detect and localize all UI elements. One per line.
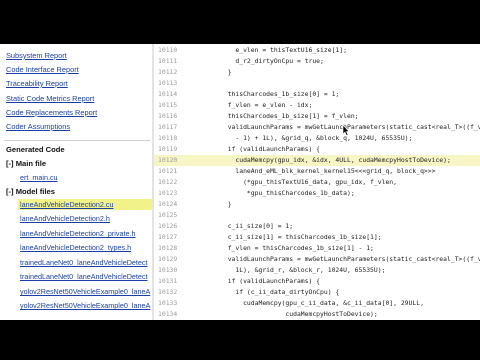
code-text: cudaMemcpy(gpu_c_ii_data, &c_ii_data[0],… [220,299,424,307]
line-number: 10115 [158,101,178,109]
code-line: 10131 if (validLaunchParams) { [154,276,480,287]
line-number: 10122 [158,178,178,186]
letterbox-bottom [0,320,480,360]
report-sidebar: Subsystem Report Code Interface Report T… [0,44,152,320]
code-line: 10134 cudaMemcpyHostToDevice); [154,309,480,320]
code-line: 10130 1L), &grid_r, &block_r, 1024U, 655… [154,265,480,276]
file-link[interactable]: trainedLaneNet0_laneAndVehicleDetect [20,258,147,267]
code-text: validLaunchParams = mwGetLaunchParameter… [220,255,480,263]
code-line: 10114 thisCharcodes_1b_size[0] = 1; [154,89,480,100]
link-coder-assumptions[interactable]: Coder Assumptions [6,122,70,131]
file-link-ert-main[interactable]: ert_main.cu [20,173,58,182]
line-number: 10119 [158,145,178,153]
line-number: 10128 [158,244,178,252]
code-line: 10115 f_vlen = e_vlen - idx; [154,100,480,111]
code-line: 10119 if (validLaunchParams) { [154,144,480,155]
code-line: 10120 cudaMemcpy(gpu_idx, &idx, 4ULL, cu… [154,155,480,166]
line-number: 10118 [158,134,178,142]
code-text: *gpu_thisCharcodes_1b_data); [220,189,355,197]
line-number: 10131 [158,277,178,285]
code-text: c_ii_size[0] = 1; [220,222,294,230]
code-line: 10128 f_vlen = thisCharcodes_1b_size[1] … [154,243,480,254]
file-link[interactable]: yolov2ResNet50VehicleExample0_laneA [20,301,150,310]
code-line: 10123 *gpu_thisCharcodes_1b_data); [154,188,480,199]
code-line: 10116 thisCharcodes_1b_size[1] = f_vlen; [154,111,480,122]
sidebar-divider [4,140,150,141]
code-text: (*gpu_thisTextU16_data, gpu_idx, f_vlen, [220,178,397,186]
link-traceability-report[interactable]: Traceability Report [6,79,68,88]
line-number: 10110 [158,46,178,54]
generated-code-heading: Generated Code [6,145,65,154]
code-text: - 1) + 1L), &grid_q, &block_q, 1024U, 65… [220,134,413,142]
code-text: laneAnd_eML_blk_kernel_kernel15<<<grid_q… [220,167,436,175]
code-text: thisCharcodes_1b_size[0] = 1; [220,90,340,98]
line-number: 10130 [158,266,178,274]
code-line: 10124 } [154,199,480,210]
code-text: f_vlen = e_vlen - idx; [220,101,313,109]
code-line: 10113 [154,78,480,89]
code-view[interactable]: 10110 e_vlen = thisTextU16_size[1]; 10111… [154,44,480,320]
line-number: 10125 [158,211,178,219]
code-text: cudaMemcpyHostToDevice); [220,310,378,318]
code-line: 10112 } [154,67,480,78]
line-number: 10116 [158,112,178,120]
line-number: 10124 [158,200,178,208]
code-text: } [220,68,232,76]
link-subsystem-report[interactable]: Subsystem Report [6,51,67,60]
file-link-selected[interactable]: laneAndVehicleDetection2.cu [18,199,152,210]
code-text: cudaMemcpy(gpu_idx, &idx, 4ULL, cudaMemc… [220,156,451,164]
line-number: 10134 [158,310,178,318]
main-file-group-toggle[interactable]: [-] Main file [6,159,46,168]
link-code-replacements-report[interactable]: Code Replacements Report [6,108,97,117]
code-text: if (validLaunchParams) { [220,277,321,285]
line-number: 10133 [158,299,178,307]
code-text: d_r2_dirtyOnCpu = true; [220,57,324,65]
line-number: 10113 [158,79,178,87]
code-text: } [220,200,232,208]
code-text: if (validLaunchParams) { [220,145,321,153]
line-number: 10120 [158,156,178,164]
model-files-group-toggle[interactable]: [-] Model files [6,187,55,196]
code-text: c_ii_size[1] = thisCharcodes_1b_size[1]; [220,233,382,241]
line-number: 10132 [158,288,178,296]
code-text: e_vlen = thisTextU16_size[1]; [220,46,347,54]
letterbox-top [0,0,480,44]
line-number: 10127 [158,233,178,241]
line-number: 10117 [158,123,178,131]
code-line: 10118 - 1) + 1L), &grid_q, &block_q, 102… [154,133,480,144]
file-link[interactable]: laneAndVehicleDetection2_private.h [20,229,135,238]
code-line: 10111 d_r2_dirtyOnCpu = true; [154,56,480,67]
line-number: 10112 [158,68,178,76]
code-text: thisCharcodes_1b_size[1] = f_vlen; [220,112,359,120]
line-number: 10114 [158,90,178,98]
line-number: 10123 [158,189,178,197]
code-line: 10126 c_ii_size[0] = 1; [154,221,480,232]
video-frame: Subsystem Report Code Interface Report T… [0,0,480,360]
code-text: 1L), &grid_r, &block_r, 1024U, 65535U); [220,266,386,274]
code-text: validLaunchParams = mwGetLaunchParameter… [220,123,480,131]
file-link[interactable]: laneAndVehicleDetection2.h [20,214,110,223]
code-text: f_vlen = thisCharcodes_1b_size[1] - 1; [220,244,374,252]
line-number: 10129 [158,255,178,263]
code-line: 10133 cudaMemcpy(gpu_c_ii_data, &c_ii_da… [154,298,480,309]
link-code-interface-report[interactable]: Code Interface Report [6,65,79,74]
file-link[interactable]: yolov2ResNet50VehicleExample0_laneA [20,287,150,296]
line-number: 10111 [158,57,178,65]
code-line: 10129 validLaunchParams = mwGetLaunchPar… [154,254,480,265]
code-line: 10132 if (c_ii_data_dirtyOnCpu) { [154,287,480,298]
code-line: 10122 (*gpu_thisTextU16_data, gpu_idx, f… [154,177,480,188]
code-line: 10125 [154,210,480,221]
mouse-cursor-icon [343,125,350,136]
link-static-code-metrics-report[interactable]: Static Code Metrics Report [6,94,94,103]
code-line: 10121 laneAnd_eML_blk_kernel_kernel15<<<… [154,166,480,177]
file-link[interactable]: trainedLaneNet0_laneAndVehicleDetect [20,272,147,281]
code-line: 10110 e_vlen = thisTextU16_size[1]; [154,45,480,56]
code-line: 10127 c_ii_size[1] = thisCharcodes_1b_si… [154,232,480,243]
file-link[interactable]: laneAndVehicleDetection2_types.h [20,243,131,252]
line-number: 10126 [158,222,178,230]
code-line: 10117 validLaunchParams = mwGetLaunchPar… [154,122,480,133]
code-text: if (c_ii_data_dirtyOnCpu) { [220,288,340,296]
line-number: 10121 [158,167,178,175]
